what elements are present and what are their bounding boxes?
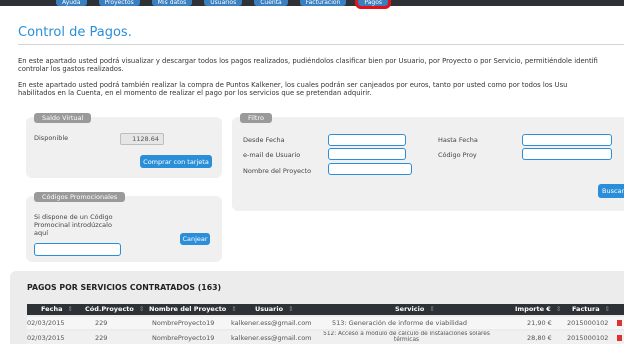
canjear-button[interactable]: Canjear	[180, 233, 210, 245]
cell-servicio: 513: Generación de informe de viabilidad	[332, 319, 467, 327]
codigo-proy-label: Código Proy	[438, 151, 477, 159]
page-title: Control de Pagos.	[18, 25, 132, 40]
nav-pagos[interactable]: Pagos	[355, 0, 391, 9]
hasta-fecha-label: Hasta Fecha	[438, 136, 478, 144]
desde-fecha-input[interactable]	[328, 134, 406, 146]
codigo-proy-input[interactable]	[522, 148, 612, 160]
filtro-panel	[232, 117, 624, 211]
disponible-value: 1128.64	[120, 133, 164, 145]
intro-line-2: controlar los gastos realizados.	[18, 65, 124, 73]
table-row: 02/03/2015 229 NombreProyecto19 kalkener…	[27, 317, 624, 329]
desde-fecha-label: Desde Fecha	[243, 136, 285, 144]
cell-usuario: kalkener.ess@gmail.com	[231, 319, 312, 327]
cell-fecha: 02/03/2015	[27, 334, 65, 342]
pdf-download-icon[interactable]	[617, 320, 622, 326]
saldo-virtual-panel	[26, 117, 222, 178]
main-nav: Ayuda Proyectos Mis datos Usuarios Cuent…	[56, 0, 391, 9]
nombre-proyecto-input[interactable]	[328, 163, 412, 175]
comprar-tarjeta-button[interactable]: Comprar con tarjeta	[140, 155, 212, 168]
email-usuario-label: e-mail de Usuario	[243, 151, 301, 159]
filtro-title: Filtro	[240, 113, 272, 123]
title-divider	[18, 44, 624, 45]
sort-icon: ⇕	[555, 305, 562, 313]
pdf-download-icon[interactable]	[617, 335, 622, 341]
cell-usuario: kalkener.ess@gmail.com	[231, 334, 312, 342]
nav-facturacion[interactable]: Facturación	[299, 0, 347, 6]
cell-servicio: 512: Acceso a módulo de cálculo de insta…	[323, 331, 490, 343]
cell-nombre: NombreProyecto19	[152, 334, 215, 342]
promo-text-line-1: Si dispone de un Código	[34, 213, 113, 221]
col-factura[interactable]: Factura ⇕	[572, 304, 610, 315]
codigos-promocionales-title: Códigos Promocionales	[34, 192, 126, 202]
sort-icon: ⇕	[231, 305, 237, 313]
nombre-proyecto-label: Nombre del Proyecto	[243, 167, 312, 175]
table-row: 02/03/2015 229 NombreProyecto19 kalkener…	[27, 331, 624, 344]
sort-icon: ⇕	[429, 305, 435, 313]
intro-line-3: En este apartado usted podrá también rea…	[18, 81, 568, 89]
cell-nombre: NombreProyecto19	[152, 319, 215, 327]
email-usuario-input[interactable]	[328, 148, 406, 160]
payments-table-header: Fecha ⇕ Cód.Proyecto ⇕ Nombre del Proyecto…	[27, 304, 624, 315]
cell-codigo: 229	[95, 334, 108, 342]
saldo-virtual-title: Saldo Virtual	[34, 113, 92, 123]
promo-code-input[interactable]	[34, 243, 121, 256]
cell-fecha: 02/03/2015	[27, 319, 65, 327]
nav-mis-datos[interactable]: Mis datos	[151, 0, 193, 6]
col-importe[interactable]: Importe € ⇕	[515, 304, 561, 315]
sort-icon: ⇕	[138, 305, 145, 313]
cell-importe: 21,90 €	[527, 319, 552, 327]
intro-line-1: En este apartado usted podrá visualizar …	[18, 57, 598, 65]
nav-proyectos[interactable]: Proyectos	[98, 0, 140, 6]
hasta-fecha-input[interactable]	[522, 134, 612, 146]
col-usuario[interactable]: Usuario ⇕	[255, 304, 294, 315]
col-servicio[interactable]: Servicio ⇕	[395, 304, 435, 315]
cell-factura: 2015000102	[567, 319, 609, 327]
col-fecha[interactable]: Fecha ⇕	[41, 304, 73, 315]
disponible-label: Disponible	[34, 134, 69, 142]
nav-cuenta[interactable]: Cuenta	[254, 0, 288, 6]
nav-usuarios[interactable]: Usuarios	[204, 0, 243, 6]
col-nombre-proyecto[interactable]: Nombre del Proyecto ⇕	[149, 304, 237, 315]
cell-codigo: 229	[95, 319, 108, 327]
col-codigo-proyecto[interactable]: Cód.Proyecto ⇕	[85, 304, 144, 315]
intro-line-4: habilitados en la Cuenta, en el momento …	[18, 89, 372, 97]
payments-table-title: PAGOS POR SERVICIOS CONTRATADOS (163)	[27, 283, 222, 292]
sort-icon: ⇕	[604, 305, 611, 313]
promo-text-line-3: aquí	[34, 229, 49, 237]
cell-importe: 28,80 €	[527, 334, 552, 342]
sort-icon: ⇕	[67, 305, 73, 313]
cell-factura: 2015000102	[567, 334, 609, 342]
nav-ayuda[interactable]: Ayuda	[56, 0, 87, 6]
buscar-button[interactable]: Buscar	[598, 184, 624, 198]
sort-icon: ⇕	[288, 305, 294, 313]
promo-text-line-2: Promocinal introdúzcalo	[34, 221, 112, 229]
